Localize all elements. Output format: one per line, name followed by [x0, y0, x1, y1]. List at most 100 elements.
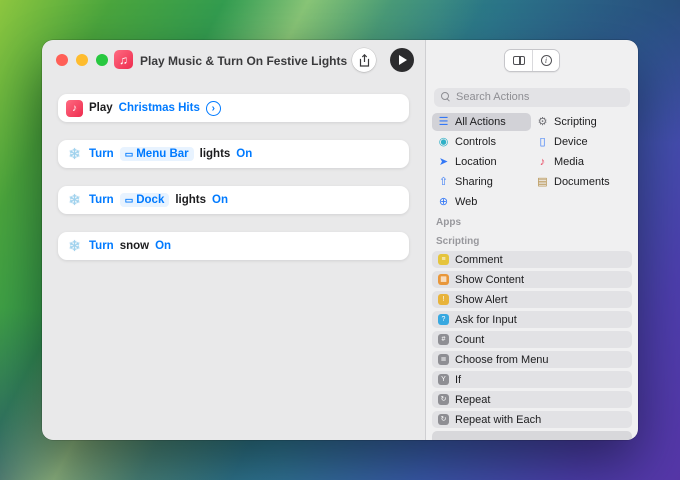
count-icon: # [438, 334, 449, 345]
shortcut-app-icon: ♫ [114, 50, 133, 69]
action-item-show-content[interactable]: ▦ Show Content [432, 271, 632, 288]
category-scripting[interactable]: ⚙ Scripting [531, 113, 634, 131]
snowflake-app-icon: ❄ [68, 238, 81, 255]
music-parameter[interactable]: Christmas Hits [119, 102, 200, 114]
section-header-scripting: Scripting [436, 236, 480, 247]
action-verb: Play [89, 102, 113, 114]
desktop-wallpaper: ♫ Play Music & Turn On Festive Lights ♪ … [0, 0, 680, 480]
section-header-apps: Apps [436, 217, 461, 228]
show-alert-icon: ! [438, 294, 449, 305]
shortcut-editor: ♫ Play Music & Turn On Festive Lights ♪ … [42, 40, 425, 440]
window-title: Play Music & Turn On Festive Lights [140, 54, 348, 68]
category-label: Web [455, 196, 478, 208]
info-icon: i [540, 55, 552, 66]
category-label: Documents [554, 176, 610, 188]
action-item-label: Ask for Input [455, 313, 517, 326]
close-button[interactable] [56, 54, 68, 66]
action-item-repeat-with-each[interactable]: ↻ Repeat with Each [432, 411, 632, 428]
action-object: snow [119, 240, 150, 252]
action-object: lights [175, 194, 207, 206]
sharing-icon: ⇧ [438, 175, 449, 188]
action-card-menu-bar-lights[interactable]: ❄ Turn ▭ Menu Bar lights On [58, 140, 409, 168]
category-controls[interactable]: ◉ Controls [432, 133, 531, 151]
action-card-play-music[interactable]: ♪ Play Christmas Hits › [58, 94, 409, 122]
choose-from-menu-icon: ≣ [438, 354, 449, 365]
token-label: Dock [136, 194, 165, 206]
category-sharing[interactable]: ⇧ Sharing [432, 173, 531, 191]
action-item-label: Repeat [455, 393, 491, 406]
list-item-partial[interactable] [432, 431, 632, 440]
category-label: Scripting [554, 116, 597, 128]
action-item-label: If [455, 373, 462, 386]
share-icon [359, 53, 369, 67]
dock-icon: ▭ [124, 194, 134, 205]
documents-icon: ▤ [537, 175, 548, 188]
action-item-label: Choose from Menu [455, 353, 549, 366]
all-actions-icon: ☰ [438, 115, 449, 128]
snowflake-app-icon: ❄ [68, 146, 81, 163]
expand-chevron-icon[interactable]: › [205, 100, 221, 116]
action-item-ask-for-input[interactable]: ? Ask for Input [432, 311, 632, 328]
if-icon: Y [438, 374, 449, 385]
repeat-icon: ↻ [438, 394, 449, 405]
action-verb[interactable]: Turn [89, 194, 114, 206]
state-parameter[interactable]: On [212, 194, 228, 206]
controls-icon: ◉ [438, 135, 449, 148]
show-content-icon: ▦ [438, 274, 449, 285]
category-label: Controls [455, 136, 496, 148]
category-label: Location [455, 156, 497, 168]
search-actions-input[interactable] [434, 87, 630, 107]
music-note-icon: ♫ [119, 52, 128, 67]
category-grid: ☰ All Actions ⚙ Scripting ◉ Controls ▯ D… [432, 113, 634, 211]
media-icon: ♪ [539, 155, 546, 168]
run-shortcut-button[interactable] [390, 48, 414, 72]
action-item-label: Show Alert [455, 293, 508, 306]
shortcuts-window: ♫ Play Music & Turn On Festive Lights ♪ … [42, 40, 638, 440]
minimize-button[interactable] [76, 54, 88, 66]
category-label: Media [554, 156, 584, 168]
category-label: All Actions [455, 116, 506, 128]
category-documents[interactable]: ▤ Documents [531, 173, 634, 191]
shortcut-details-toggle[interactable]: i [532, 50, 559, 71]
dock-token[interactable]: ▭ Dock [119, 193, 170, 207]
category-media[interactable]: ♪ Media [531, 153, 634, 171]
location-icon: ➤ [438, 155, 449, 168]
scripting-action-list: ≡ Comment ▦ Show Content ! Show Alert ? … [432, 251, 632, 440]
category-device[interactable]: ▯ Device [531, 133, 634, 151]
action-item-comment[interactable]: ≡ Comment [432, 251, 632, 268]
scripting-icon: ⚙ [537, 115, 548, 128]
category-web[interactable]: ⊕ Web [432, 193, 531, 211]
action-item-count[interactable]: # Count [432, 331, 632, 348]
snowflake-app-icon: ❄ [68, 192, 81, 209]
action-item-choose-from-menu[interactable]: ≣ Choose from Menu [432, 351, 632, 368]
state-parameter[interactable]: On [155, 240, 171, 252]
action-item-label: Show Content [455, 273, 525, 286]
menu-bar-token[interactable]: ▭ Menu Bar [119, 147, 194, 161]
category-location[interactable]: ➤ Location [432, 153, 531, 171]
state-parameter[interactable]: On [236, 148, 252, 160]
share-button[interactable] [352, 48, 376, 72]
category-all-actions[interactable]: ☰ All Actions [432, 113, 531, 131]
zoom-button[interactable] [96, 54, 108, 66]
repeat-with-each-icon: ↻ [438, 414, 449, 425]
play-icon [399, 55, 407, 65]
menu-bar-icon: ▭ [124, 148, 134, 159]
token-label: Menu Bar [136, 148, 189, 160]
action-item-if[interactable]: Y If [432, 371, 632, 388]
action-verb[interactable]: Turn [89, 240, 114, 252]
action-card-dock-lights[interactable]: ❄ Turn ▭ Dock lights On [58, 186, 409, 214]
action-item-label: Count [455, 333, 485, 346]
action-library-toggle[interactable] [505, 50, 532, 71]
category-label: Sharing [455, 176, 493, 188]
search-field-wrap [434, 87, 630, 107]
traffic-lights [56, 54, 108, 66]
comment-icon: ≡ [438, 254, 449, 265]
action-card-snow[interactable]: ❄ Turn snow On [58, 232, 409, 260]
device-icon: ▯ [539, 135, 546, 148]
action-item-repeat[interactable]: ↻ Repeat [432, 391, 632, 408]
action-verb[interactable]: Turn [89, 148, 114, 160]
action-item-show-alert[interactable]: ! Show Alert [432, 291, 632, 308]
action-object: lights [199, 148, 231, 160]
web-icon: ⊕ [438, 195, 449, 208]
panel-icon [512, 56, 525, 65]
